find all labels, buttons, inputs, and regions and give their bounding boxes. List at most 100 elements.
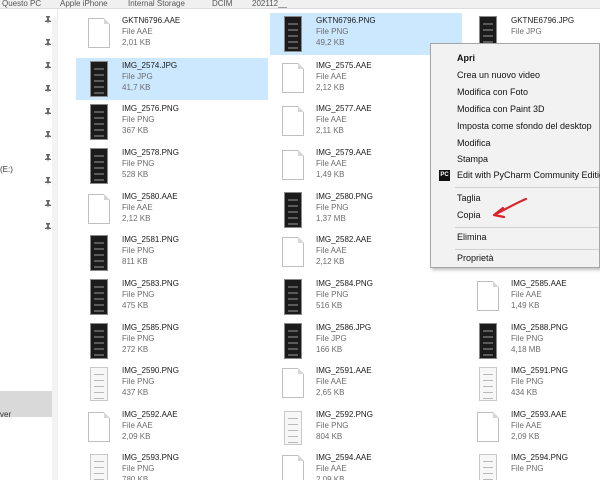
file-size: 811 KB: [122, 257, 148, 266]
file-name: IMG_2592.PNG: [316, 410, 373, 419]
file-item[interactable]: IMG_2584.PNG File PNG 516 KB: [270, 276, 462, 318]
file-item[interactable]: IMG_2580.AAE File AAE 2,12 KB: [76, 189, 268, 231]
file-name: IMG_2583.PNG: [122, 279, 179, 288]
file-item[interactable]: IMG_2574.JPG File JPG 41,7 KB: [76, 58, 268, 100]
file-size: 516 KB: [316, 301, 343, 310]
file-size: 367 KB: [122, 126, 149, 135]
address-bar[interactable]: Questo PC Apple iPhone Internal Storage …: [0, 0, 600, 9]
context-menu[interactable]: Apri Crea un nuovo video Modifica con Fo…: [430, 43, 600, 268]
file-name: IMG_2593.PNG: [122, 453, 179, 462]
file-item[interactable]: IMG_2592.PNG File PNG 804 KB: [270, 407, 462, 449]
image-thumbnail: [90, 454, 108, 480]
aae-file-icon: [477, 281, 499, 311]
file-name: IMG_2586.JPG: [316, 323, 372, 332]
image-thumbnail: [284, 279, 302, 315]
file-item[interactable]: IMG_2592.AAE File AAE 2,09 KB: [76, 407, 268, 449]
file-item[interactable]: IMG_2586.JPG File JPG 166 KB: [270, 320, 462, 362]
file-size: 434 KB: [511, 388, 538, 397]
file-item[interactable]: IMG_2576.PNG File PNG 367 KB: [76, 101, 268, 143]
file-name: IMG_2588.PNG: [511, 323, 568, 332]
breadcrumb-folder[interactable]: 202112__: [252, 0, 287, 8]
file-item[interactable]: IMG_2593.AAE File AAE 2,09 KB: [465, 407, 600, 449]
file-name: IMG_2593.AAE: [511, 410, 567, 419]
file-item[interactable]: IMG_2585.AAE File AAE 1,49 KB: [465, 276, 600, 318]
menu-item-sfondo[interactable]: Imposta come sfondo del desktop: [431, 118, 600, 134]
menu-item-modifica[interactable]: Modifica: [431, 135, 600, 151]
menu-separator: [455, 187, 599, 188]
aae-file-icon: [282, 237, 304, 267]
file-name: IMG_2582.AAE: [316, 235, 372, 244]
image-thumbnail: [90, 148, 108, 184]
file-item[interactable]: IMG_2591.AAE File AAE 2,65 KB: [270, 363, 462, 405]
file-size: 475 KB: [122, 301, 149, 310]
image-thumbnail: [284, 323, 302, 359]
file-size: 528 KB: [122, 170, 149, 179]
file-item[interactable]: GKTN6796.AAE File AAE 2,01 KB: [76, 13, 268, 55]
menu-item-apri[interactable]: Apri: [431, 50, 600, 66]
menu-item-elimina[interactable]: Elimina: [431, 229, 600, 245]
file-name: IMG_2594.PNG: [511, 453, 568, 462]
file-name: IMG_2574.JPG: [122, 61, 178, 70]
file-type: File AAE: [316, 464, 347, 473]
menu-item-paint3d[interactable]: Modifica con Paint 3D: [431, 101, 600, 117]
breadcrumb-this-pc[interactable]: Questo PC: [2, 0, 41, 8]
file-type: File AAE: [316, 159, 347, 168]
nav-drive-e[interactable]: (E:): [0, 165, 13, 174]
file-type: File PNG: [316, 203, 349, 212]
menu-item-pycharm[interactable]: Edit with PyCharm Community Edition: [431, 167, 600, 183]
file-type: File PNG: [511, 377, 544, 386]
file-name: IMG_2575.AAE: [316, 61, 372, 70]
file-size: 2,12 KB: [122, 214, 151, 223]
breadcrumb-storage[interactable]: Internal Storage: [128, 0, 185, 8]
file-type: File PNG: [122, 246, 155, 255]
file-name: IMG_2579.AAE: [316, 148, 372, 157]
file-item[interactable]: IMG_2594.PNG File PNG: [465, 450, 600, 480]
file-name: IMG_2585.AAE: [511, 279, 567, 288]
menu-item-proprieta[interactable]: Proprietà: [431, 250, 600, 266]
file-item[interactable]: IMG_2590.PNG File PNG 437 KB: [76, 363, 268, 405]
navigation-pane[interactable]: (E:) ver: [0, 9, 58, 480]
file-type: File AAE: [122, 27, 153, 36]
pin-icon: [44, 39, 52, 47]
file-type: File AAE: [122, 203, 153, 212]
aae-file-icon: [282, 63, 304, 93]
pin-icon: [44, 85, 52, 93]
file-type: File AAE: [511, 290, 542, 299]
file-type: File PNG: [122, 377, 155, 386]
file-name: IMG_2576.PNG: [122, 104, 179, 113]
file-item[interactable]: IMG_2581.PNG File PNG 811 KB: [76, 232, 268, 274]
menu-item-stampa[interactable]: Stampa: [431, 151, 600, 167]
image-thumbnail: [90, 61, 108, 97]
file-item[interactable]: IMG_2591.PNG File PNG 434 KB: [465, 363, 600, 405]
aae-file-icon: [282, 150, 304, 180]
file-size: 272 KB: [122, 345, 149, 354]
file-size: 2,12 KB: [316, 257, 345, 266]
breadcrumb-dcim[interactable]: DCIM: [212, 0, 232, 8]
file-size: 2,09 KB: [511, 432, 540, 441]
pycharm-icon: PC: [439, 170, 450, 181]
menu-item-crea-video[interactable]: Crea un nuovo video: [431, 67, 600, 83]
file-item[interactable]: IMG_2585.PNG File PNG 272 KB: [76, 320, 268, 362]
file-item[interactable]: IMG_2578.PNG File PNG 528 KB: [76, 145, 268, 187]
menu-item-modifica-foto[interactable]: Modifica con Foto: [431, 84, 600, 100]
file-type: File PNG: [122, 290, 155, 299]
pin-icon: [44, 16, 52, 24]
file-size: 1,49 KB: [511, 301, 540, 310]
file-item[interactable]: IMG_2593.PNG File PNG 780 KB: [76, 450, 268, 480]
file-item[interactable]: IMG_2583.PNG File PNG 475 KB: [76, 276, 268, 318]
nav-server[interactable]: ver: [0, 410, 11, 419]
file-size: 2,12 KB: [316, 83, 345, 92]
file-size: 49,2 KB: [316, 38, 345, 47]
aae-file-icon: [282, 368, 304, 398]
file-name: IMG_2580.PNG: [316, 192, 373, 201]
aae-file-icon: [88, 412, 110, 442]
file-item[interactable]: IMG_2594.AAE File AAE 2,09 KB: [270, 450, 462, 480]
nav-scrollbar[interactable]: [52, 18, 58, 480]
breadcrumb-iphone[interactable]: Apple iPhone: [60, 0, 108, 8]
file-item[interactable]: IMG_2588.PNG File PNG 4,18 MB: [465, 320, 600, 362]
file-name: IMG_2585.PNG: [122, 323, 179, 332]
file-name: GKTN6796.PNG: [316, 16, 376, 25]
pin-icon: [44, 154, 52, 162]
file-size: 2,65 KB: [316, 388, 345, 397]
file-type: File PNG: [316, 421, 349, 430]
